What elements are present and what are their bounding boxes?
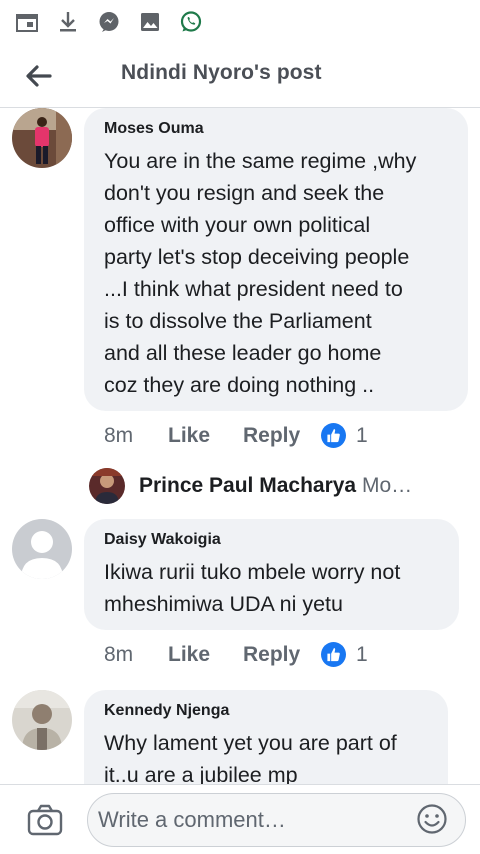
comment-time: 8m bbox=[104, 642, 134, 666]
comment-author[interactable]: Daisy Wakoigia bbox=[104, 531, 441, 549]
comment-actions: 8m Like Reply 1 bbox=[104, 642, 368, 667]
comment-bubble[interactable]: Daisy Wakoigia Ikiwa rurii tuko mbele wo… bbox=[84, 519, 459, 630]
comment-time: 8m bbox=[104, 423, 134, 447]
avatar[interactable] bbox=[12, 690, 72, 750]
messenger-icon bbox=[96, 9, 122, 35]
comment-text: Ikiwa rurii tuko mbele worry not mheshim… bbox=[104, 560, 401, 616]
page-title: Ndindi Nyoro's post bbox=[121, 61, 322, 84]
avatar[interactable] bbox=[89, 468, 125, 504]
reply-snippet: Mo… bbox=[361, 474, 413, 497]
download-icon bbox=[55, 9, 81, 35]
arrow-left-icon bbox=[26, 65, 52, 87]
reply-preview-text: Prince Paul Macharya Mo… bbox=[139, 474, 439, 498]
camera-button[interactable] bbox=[24, 799, 66, 841]
reply-author[interactable]: Prince Paul Macharya bbox=[139, 474, 356, 497]
avatar[interactable] bbox=[12, 108, 72, 168]
comment-input[interactable] bbox=[87, 793, 466, 847]
reply-preview[interactable]: Prince Paul Macharya Mo… bbox=[89, 466, 449, 506]
emoji-button[interactable] bbox=[414, 801, 450, 837]
reply-button[interactable]: Reply bbox=[243, 643, 321, 667]
post-header: Ndindi Nyoro's post bbox=[0, 44, 480, 108]
reaction-summary[interactable]: 1 bbox=[321, 423, 368, 448]
back-button[interactable] bbox=[18, 56, 58, 96]
comment-bubble[interactable]: Kennedy Njenga Why lament yet you are pa… bbox=[84, 690, 448, 784]
comment-text: Why lament yet you are part of it..u are… bbox=[104, 731, 397, 784]
comment-actions: 8m Like Reply 1 bbox=[104, 423, 368, 448]
whatsapp-icon bbox=[178, 9, 204, 35]
comment-author[interactable]: Moses Ouma bbox=[104, 120, 450, 138]
like-button[interactable]: Like bbox=[168, 643, 243, 667]
thumbs-up-icon bbox=[321, 642, 346, 667]
comment-bubble[interactable]: Moses Ouma You are in the same regime ,w… bbox=[84, 108, 468, 411]
comment-author[interactable]: Kennedy Njenga bbox=[104, 702, 430, 720]
reaction-count: 1 bbox=[356, 642, 368, 666]
status-bar bbox=[0, 0, 480, 44]
comment-composer bbox=[0, 784, 480, 854]
reply-button[interactable]: Reply bbox=[243, 424, 321, 448]
camera-icon bbox=[27, 804, 63, 836]
avatar[interactable] bbox=[12, 519, 72, 579]
reaction-count: 1 bbox=[356, 423, 368, 447]
comment-list: Moses Ouma You are in the same regime ,w… bbox=[0, 108, 480, 784]
calendar-icon bbox=[14, 9, 40, 35]
comment-text: You are in the same regime ,why don't yo… bbox=[104, 149, 417, 397]
emoji-icon bbox=[417, 804, 447, 834]
gallery-icon bbox=[137, 9, 163, 35]
reaction-summary[interactable]: 1 bbox=[321, 642, 368, 667]
thumbs-up-icon bbox=[321, 423, 346, 448]
like-button[interactable]: Like bbox=[168, 424, 243, 448]
